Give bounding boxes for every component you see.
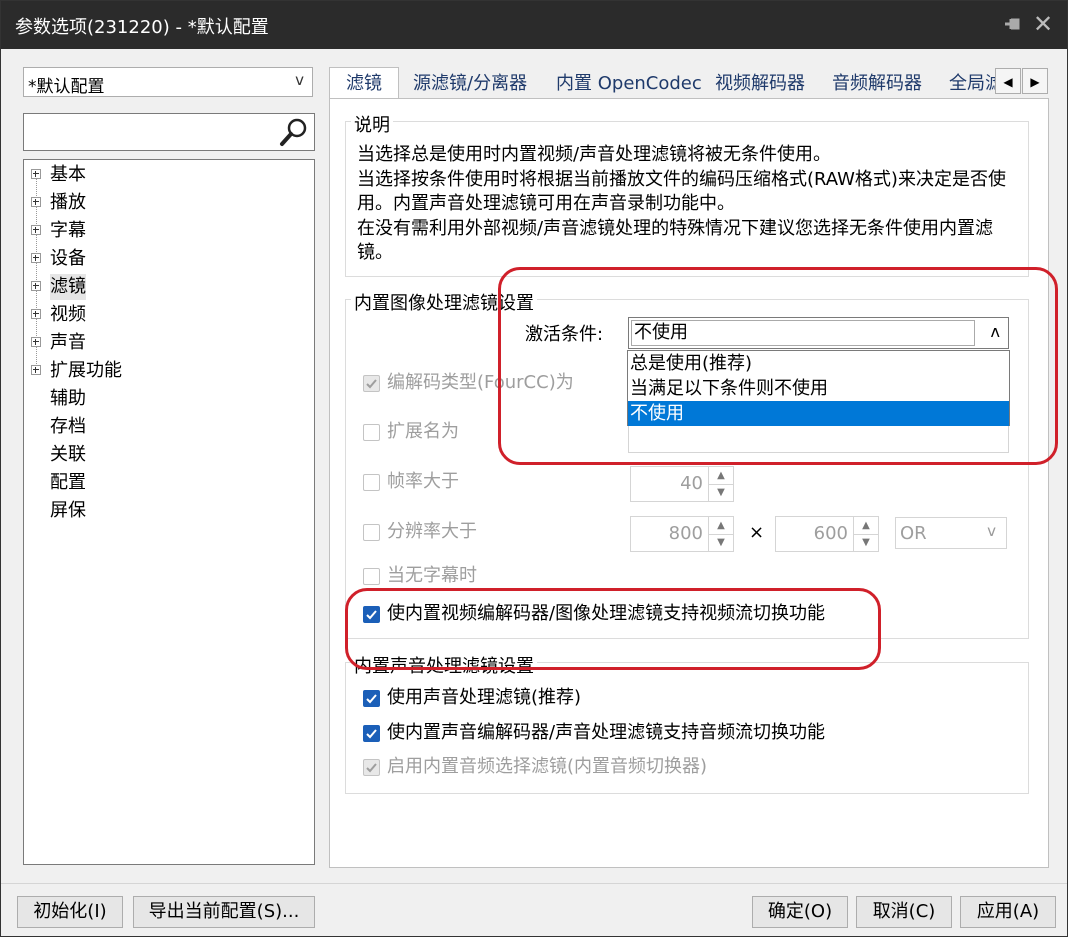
tab-scroll: ◀ ▶	[995, 68, 1049, 96]
spin-up-icon[interactable]: ▲	[854, 517, 878, 535]
apply-button[interactable]: 应用(A)	[960, 896, 1056, 928]
window-title: 参数选项(231220) - *默认配置	[15, 17, 269, 38]
audio-selector-label: 启用内置音频选择滤镜(内置音频切换器)	[387, 756, 708, 777]
audio-stream-switch-label: 使内置声音编解码器/声音处理滤镜支持音频流切换功能	[387, 722, 826, 743]
expand-icon[interactable]	[31, 365, 41, 375]
expand-icon[interactable]	[31, 197, 41, 207]
fourcc-checkbox[interactable]	[363, 375, 380, 392]
resolution-height-stepper[interactable]: 600 ▲ ▼	[775, 516, 879, 552]
tab-video-decoder[interactable]: 视频解码器	[715, 70, 805, 99]
spin-up-icon[interactable]: ▲	[709, 517, 733, 535]
no-subtitle-checkbox[interactable]	[363, 568, 380, 585]
audio-stream-switch-checkbox[interactable]	[363, 725, 380, 742]
resolution-width-stepper[interactable]: 800 ▲ ▼	[630, 516, 734, 552]
spin-down-icon[interactable]: ▼	[709, 534, 733, 551]
expand-icon[interactable]	[31, 225, 41, 235]
ok-button[interactable]: 确定(O)	[752, 896, 848, 928]
extension-label: 扩展名为	[387, 421, 459, 442]
description-text: 当选择总是使用时内置视频/声音处理滤镜将被无条件使用。 当选择按条件使用时将根据…	[357, 144, 1006, 263]
extension-checkbox[interactable]	[363, 424, 380, 441]
tab-filter[interactable]: 滤镜	[329, 67, 399, 99]
spin-up-icon[interactable]: ▲	[709, 467, 733, 485]
preferences-window: 参数选项(231220) - *默认配置 ✕ *默认配置 v 基本 播放 字幕 …	[0, 0, 1068, 937]
expand-icon[interactable]	[31, 169, 41, 179]
expand-icon[interactable]	[31, 281, 41, 291]
footer-divider	[1, 883, 1067, 884]
no-subtitle-label: 当无字幕时	[387, 565, 477, 586]
tab-scroll-right-icon[interactable]: ▶	[1022, 68, 1048, 94]
audio-filter-label: 使用声音处理滤镜(推荐)	[387, 687, 582, 708]
search-icon[interactable]	[278, 116, 310, 148]
description-title: 说明	[351, 111, 393, 137]
pin-icon[interactable]	[1001, 13, 1023, 35]
close-icon[interactable]: ✕	[1031, 11, 1055, 37]
tab-bar: 滤镜 源滤镜/分离器 内置 OpenCodec 视频解码器 音频解码器 全局滤	[329, 67, 1049, 99]
export-config-button[interactable]: 导出当前配置(S)...	[133, 896, 315, 928]
tab-source-filter[interactable]: 源滤镜/分离器	[413, 70, 527, 99]
chevron-down-icon: v	[987, 522, 996, 540]
profile-select-value: *默认配置	[28, 77, 105, 97]
annotation-highlight-switch	[345, 588, 881, 670]
fps-checkbox[interactable]	[363, 474, 380, 491]
audio-selector-checkbox[interactable]	[363, 759, 380, 776]
tab-audio-decoder[interactable]: 音频解码器	[832, 70, 922, 99]
spin-down-icon[interactable]: ▼	[854, 534, 878, 551]
fps-label: 帧率大于	[387, 471, 459, 492]
search-input[interactable]	[23, 113, 315, 151]
audio-filter-checkbox[interactable]	[363, 690, 380, 707]
resolution-checkbox[interactable]	[363, 524, 380, 541]
title-bar: 参数选项(231220) - *默认配置 ✕	[1, 1, 1067, 49]
tab-opencodec[interactable]: 内置 OpenCodec	[556, 70, 702, 99]
resolution-operator-select[interactable]: OR v	[895, 517, 1007, 549]
resolution-label: 分辨率大于	[387, 521, 477, 542]
tab-scroll-left-icon[interactable]: ◀	[995, 68, 1021, 94]
annotation-highlight-activation	[498, 267, 1058, 465]
chevron-down-icon: v	[295, 71, 304, 89]
category-tree: 基本 播放 字幕 设备 滤镜 视频 声音 扩展功能 辅助 存档 关联 配置 屏保	[23, 159, 315, 865]
expand-icon[interactable]	[31, 253, 41, 263]
spin-down-icon[interactable]: ▼	[709, 484, 733, 501]
expand-icon[interactable]	[31, 309, 41, 319]
reset-button[interactable]: 初始化(I)	[17, 896, 123, 928]
expand-icon[interactable]	[31, 337, 41, 347]
profile-select[interactable]: *默认配置 v	[23, 67, 313, 97]
cancel-button[interactable]: 取消(C)	[856, 896, 952, 928]
times-sign: ×	[749, 522, 765, 543]
fps-stepper[interactable]: 40 ▲ ▼	[630, 466, 734, 502]
